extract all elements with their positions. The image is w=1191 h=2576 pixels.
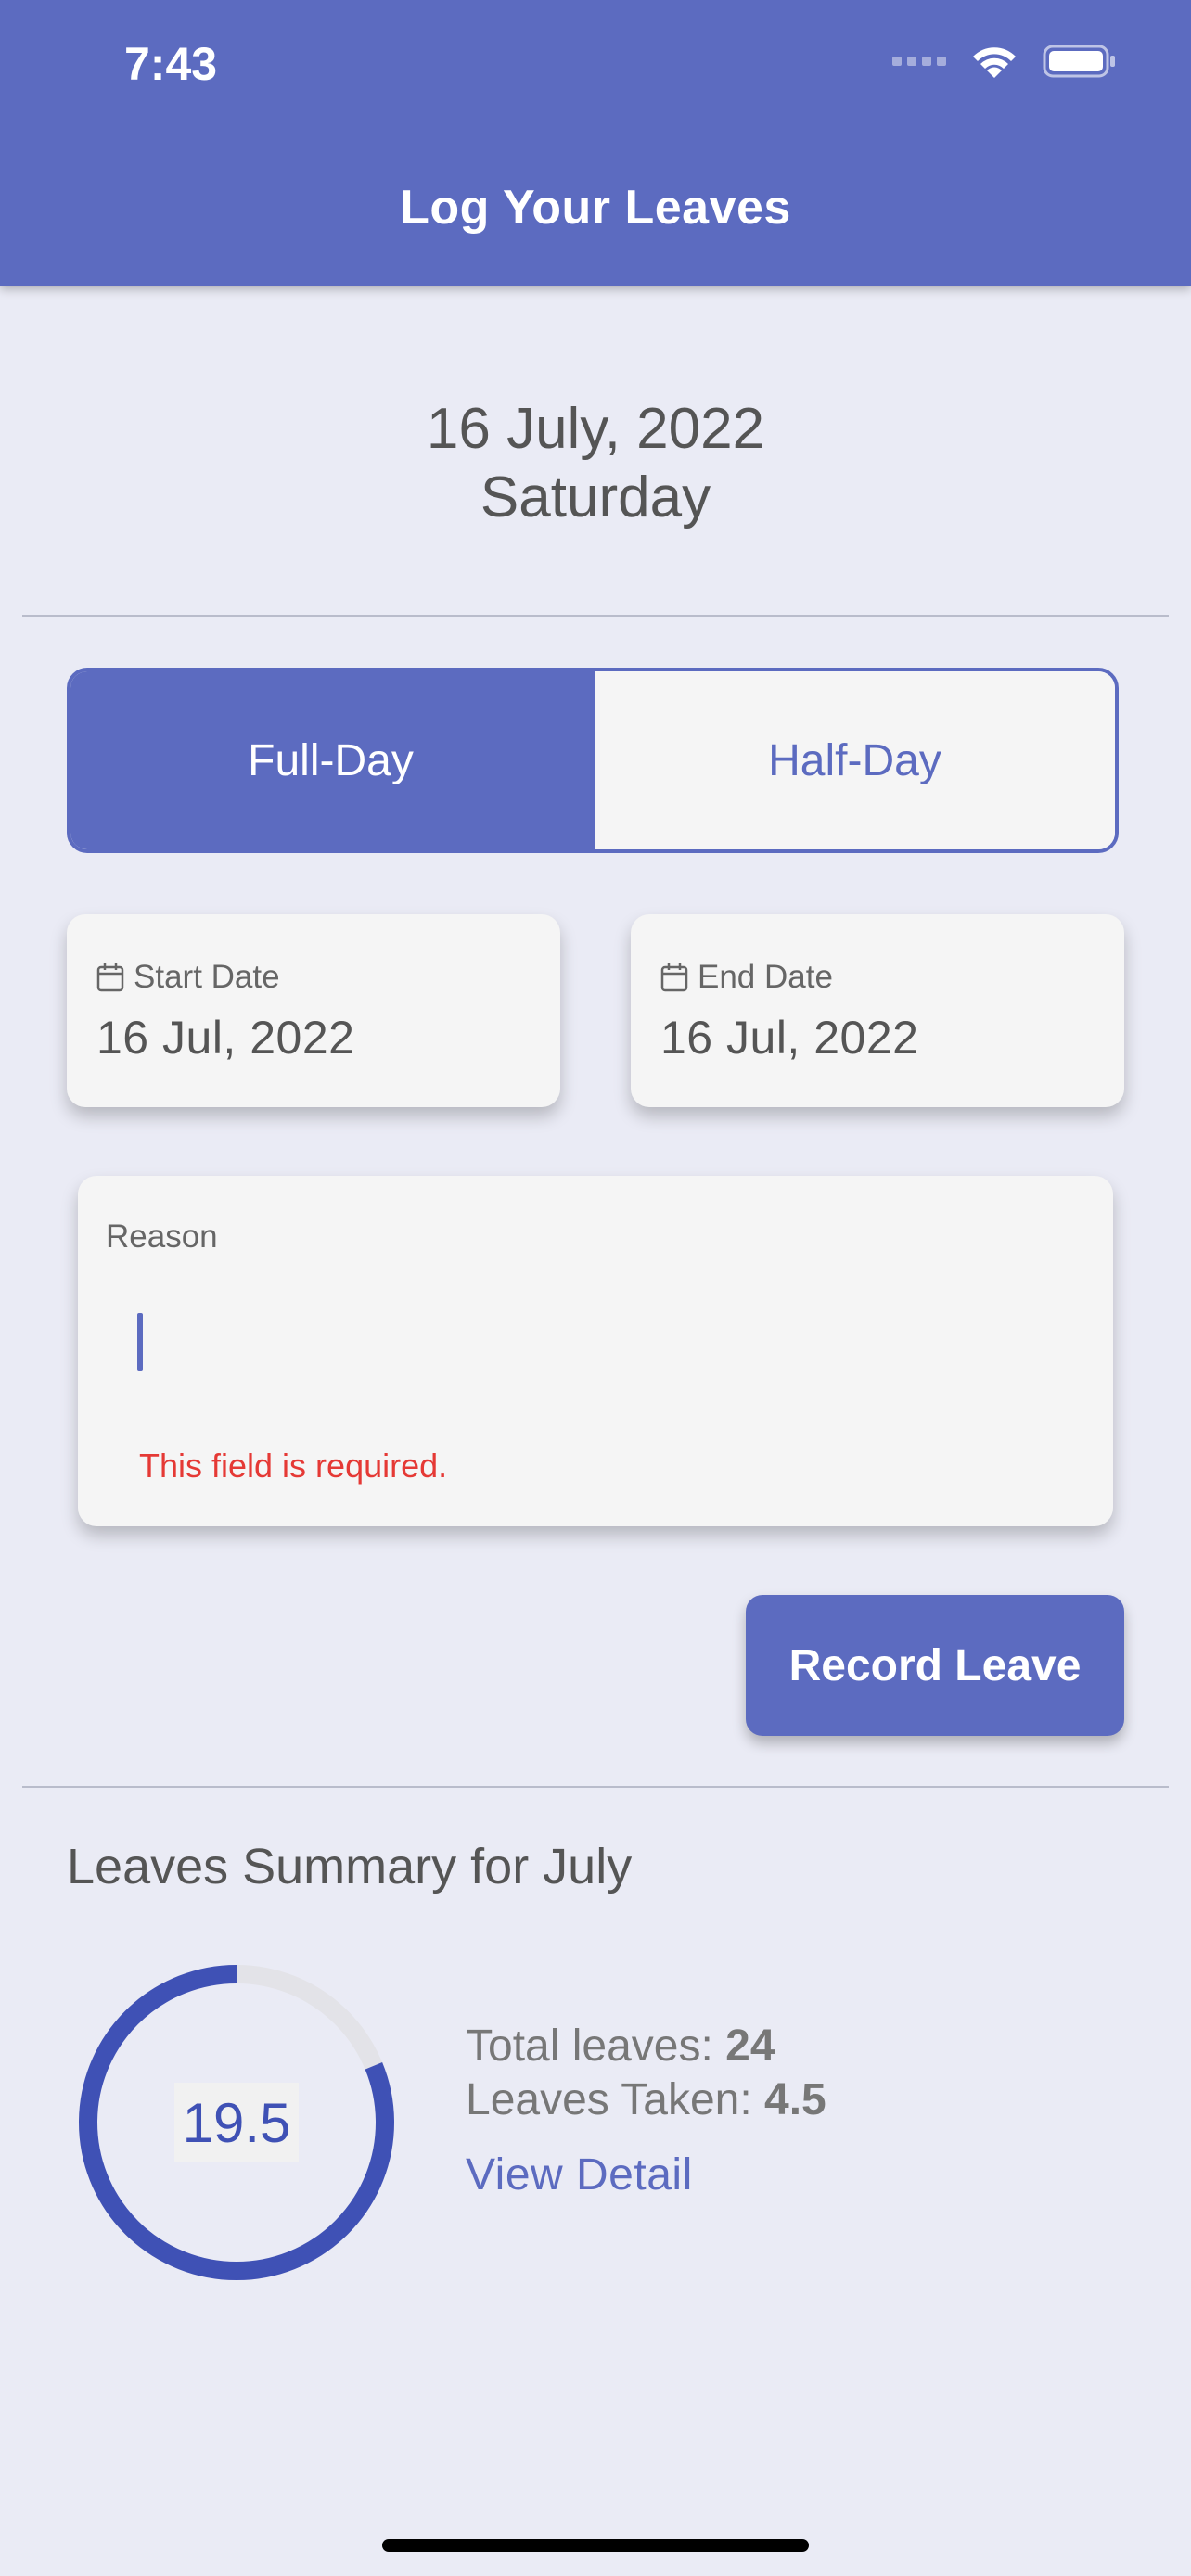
cellular-signal-icon — [892, 57, 946, 66]
divider — [22, 1786, 1169, 1788]
half-day-option[interactable]: Half-Day — [595, 671, 1115, 849]
reason-input[interactable] — [134, 1298, 1065, 1389]
home-indicator[interactable] — [382, 2539, 809, 2552]
start-date-label-row: Start Date — [96, 959, 280, 996]
remaining-leaves-value: 19.5 — [174, 2083, 299, 2162]
calendar-icon — [660, 963, 688, 992]
start-date-label: Start Date — [134, 959, 280, 995]
end-date-value: 16 Jul, 2022 — [660, 1012, 919, 1064]
current-date: 16 July, 2022 Saturday — [0, 395, 1191, 532]
status-icons — [892, 43, 1117, 80]
status-time: 7:43 — [124, 38, 218, 90]
leaves-taken-value: 4.5 — [764, 2075, 826, 2124]
reason-card: Reason This field is required. — [78, 1176, 1113, 1526]
summary-title: Leaves Summary for July — [67, 1839, 633, 1894]
total-leaves-label: Total leaves: — [466, 2021, 713, 2071]
total-leaves-row: Total leaves: 24 — [466, 2020, 826, 2073]
reason-error-text: This field is required. — [139, 1447, 448, 1485]
reason-label: Reason — [106, 1218, 218, 1255]
weekday-text: Saturday — [480, 465, 711, 529]
end-date-label: End Date — [698, 959, 833, 995]
leave-type-toggle: Full-Day Half-Day — [67, 668, 1119, 853]
wifi-icon — [973, 47, 1016, 78]
end-date-card[interactable]: End Date 16 Jul, 2022 — [631, 914, 1124, 1107]
app-bar: 7:43 Log Your Leaves — [0, 0, 1191, 286]
battery-icon — [1043, 45, 1115, 78]
record-leave-button[interactable]: Record Leave — [746, 1595, 1124, 1736]
view-detail-link[interactable]: View Detail — [466, 2149, 693, 2200]
leaves-taken-label: Leaves Taken: — [466, 2075, 752, 2124]
full-day-option[interactable]: Full-Day — [70, 671, 595, 849]
leave-stats: Total leaves: 24 Leaves Taken: 4.5 — [466, 2020, 826, 2127]
start-date-card[interactable]: Start Date 16 Jul, 2022 — [67, 914, 560, 1107]
end-date-label-row: End Date — [660, 959, 833, 996]
total-leaves-value: 24 — [725, 2021, 775, 2071]
start-date-value: 16 Jul, 2022 — [96, 1012, 355, 1064]
page-title: Log Your Leaves — [400, 181, 791, 235]
date-text: 16 July, 2022 — [426, 397, 765, 461]
leaves-taken-row: Leaves Taken: 4.5 — [466, 2073, 826, 2127]
divider — [22, 615, 1169, 617]
calendar-icon — [96, 963, 124, 992]
